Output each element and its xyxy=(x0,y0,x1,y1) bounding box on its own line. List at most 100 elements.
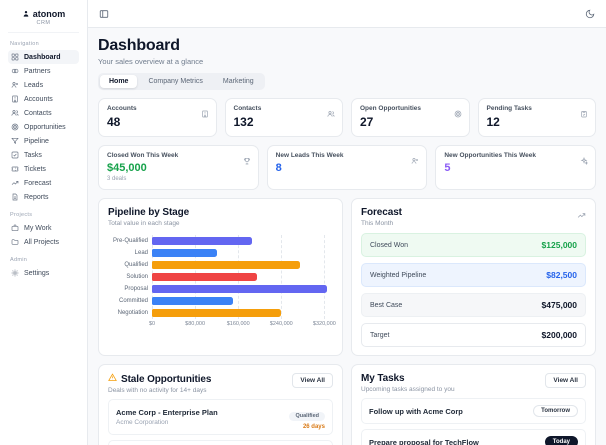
sidebar-item-label: Reports xyxy=(24,193,49,201)
stale-opportunities-panel: Stale Opportunities Deals with no activi… xyxy=(98,364,343,445)
sidebar-item-pipeline[interactable]: Pipeline xyxy=(8,134,79,148)
nav-section-label: Admin xyxy=(10,257,28,263)
kpi-value: 48 xyxy=(107,115,121,129)
sidebar-item-all-projects[interactable]: All Projects xyxy=(8,235,79,249)
new-leads-week-card[interactable]: New Leads This Week 8 xyxy=(266,145,428,190)
sidebar-item-tasks[interactable]: Tasks xyxy=(8,148,79,162)
app-subtitle: CRM xyxy=(36,20,51,26)
users-icon xyxy=(327,105,335,123)
sidebar-item-forecast[interactable]: Forecast xyxy=(8,176,79,190)
task-row[interactable]: Prepare proposal for TechFlow Today xyxy=(361,429,586,445)
closed-won-week-card[interactable]: Closed Won This Week $45,000 3 deals xyxy=(98,145,259,190)
stage-bar-negotiation xyxy=(152,309,282,317)
trending-up-icon xyxy=(577,207,586,225)
folder-icon xyxy=(11,239,19,245)
handshake-icon xyxy=(11,68,19,74)
panel-subtitle: Upcoming tasks assigned to you xyxy=(361,386,455,393)
bar-row xyxy=(152,295,333,307)
funnel-icon xyxy=(11,137,19,144)
stale-opportunity-row[interactable]: Acme Corp - Enterprise Plan Acme Corporat… xyxy=(108,399,333,435)
sidebar-item-my-work[interactable]: My Work xyxy=(8,221,79,235)
sidebar-item-label: Tickets xyxy=(24,165,46,173)
bar-row xyxy=(152,307,333,319)
app-root: atonom CRM Navigation Dashboard Partners… xyxy=(0,0,606,445)
user-plus-icon xyxy=(411,152,419,170)
bar-row xyxy=(152,283,333,295)
x-tick-label: $0 xyxy=(148,321,156,327)
y-tick-label: Solution xyxy=(126,274,148,280)
sidebar-item-contacts[interactable]: Contacts xyxy=(8,106,79,120)
sidebar-item-accounts[interactable]: Accounts xyxy=(8,92,79,106)
forecast-panel: Forecast This Month Closed Won $125,000 … xyxy=(351,198,596,356)
pipeline-chart-plot xyxy=(152,235,333,319)
sidebar-toggle-icon[interactable] xyxy=(99,9,109,19)
panel-subtitle: Total value in each stage xyxy=(108,220,180,227)
pipeline-bar-chart: Pre-Qualified Lead Qualified Solution Propos… xyxy=(108,235,333,319)
users-icon xyxy=(11,110,19,116)
stale-opportunity-row[interactable]: TechFlow - Platform LicenseTechFlow Solu… xyxy=(108,440,333,445)
clipboard-check-icon xyxy=(580,105,588,123)
bar-row xyxy=(152,247,333,259)
bar-row xyxy=(152,271,333,283)
kpi-label: Open Opportunities xyxy=(360,105,422,112)
kpi-value: 12 xyxy=(486,115,500,129)
tab-company-metrics[interactable]: Company Metrics xyxy=(139,75,211,88)
chart-xaxis: $0 $80,000 $160,000 $240,000 $320,000 xyxy=(148,321,336,330)
sidebar-item-reports[interactable]: Reports xyxy=(8,190,79,204)
kpi-card-open-opportunities[interactable]: Open Opportunities 27 xyxy=(351,98,470,137)
gear-icon xyxy=(11,269,19,277)
building-icon xyxy=(12,95,18,103)
top-bar xyxy=(88,0,606,28)
stale-days: 26 days xyxy=(302,424,325,430)
sidebar-item-tickets[interactable]: Tickets xyxy=(8,162,79,176)
sidebar-item-label: Opportunities xyxy=(24,123,66,131)
forecast-value: $82,500 xyxy=(546,270,577,280)
kpi-value: 27 xyxy=(360,115,374,129)
forecast-label: Best Case xyxy=(370,301,403,309)
forecast-row-best-case: Best Case $475,000 xyxy=(361,293,586,317)
logo-person-icon xyxy=(23,10,29,17)
kpi-card-pending-tasks[interactable]: Pending Tasks 12 xyxy=(477,98,596,137)
tab-home[interactable]: Home xyxy=(100,75,138,88)
kpi-card-contacts[interactable]: Contacts 132 xyxy=(224,98,343,137)
x-tick-label: $80,000 xyxy=(185,321,206,327)
week-value: $45,000 xyxy=(107,162,147,174)
theme-toggle-moon-icon[interactable] xyxy=(585,9,595,19)
tab-marketing[interactable]: Marketing xyxy=(214,75,263,88)
sidebar-item-leads[interactable]: Leads xyxy=(8,78,79,92)
file-text-icon xyxy=(12,193,18,201)
sidebar-item-partners[interactable]: Partners xyxy=(8,64,79,78)
tasks-view-all-button[interactable]: View All xyxy=(545,373,586,388)
building-icon xyxy=(201,105,209,123)
stage-bar-lead xyxy=(152,249,217,257)
sidebar-item-label: Pipeline xyxy=(24,137,49,145)
week-label: Closed Won This Week xyxy=(107,152,179,159)
ticket-icon xyxy=(11,166,19,172)
sidebar-item-dashboard[interactable]: Dashboard xyxy=(8,50,79,64)
new-opportunities-week-card[interactable]: New Opportunities This Week 5 xyxy=(435,145,596,190)
week-label: New Leads This Week xyxy=(275,152,344,159)
panel-subtitle: Deals with no activity for 14+ days xyxy=(108,387,207,394)
bar-row xyxy=(152,235,333,247)
task-row[interactable]: Follow up with Acme Corp Tomorrow xyxy=(361,398,586,424)
sidebar-item-opportunities[interactable]: Opportunities xyxy=(8,120,79,134)
stale-view-all-button[interactable]: View All xyxy=(292,373,333,388)
sidebar-item-settings[interactable]: Settings xyxy=(8,266,79,280)
page-subtitle: Your sales overview at a glance xyxy=(98,57,204,66)
week-value: 5 xyxy=(444,162,451,174)
weekly-row: Closed Won This Week $45,000 3 deals New… xyxy=(98,145,596,190)
stage-bar-pre-qualified xyxy=(152,237,252,245)
task-label: Prepare proposal for TechFlow xyxy=(369,437,479,445)
task-due-badge: Tomorrow xyxy=(533,405,578,417)
sidebar-item-label: Forecast xyxy=(24,179,52,187)
sidebar-item-label: Accounts xyxy=(24,95,53,103)
middle-panels: Pipeline by Stage Total value in each st… xyxy=(98,198,596,356)
user-plus-icon xyxy=(11,82,19,88)
forecast-value: $475,000 xyxy=(541,300,577,310)
main-column: Dashboard Your sales overview at a glanc… xyxy=(88,0,606,445)
sidebar-item-label: Tasks xyxy=(24,151,42,159)
kpi-row: Accounts 48 Contacts 132 Open Opportunit… xyxy=(98,98,596,137)
kpi-card-accounts[interactable]: Accounts 48 xyxy=(98,98,217,137)
sidebar-item-label: Dashboard xyxy=(24,53,61,61)
target-icon xyxy=(11,123,19,131)
